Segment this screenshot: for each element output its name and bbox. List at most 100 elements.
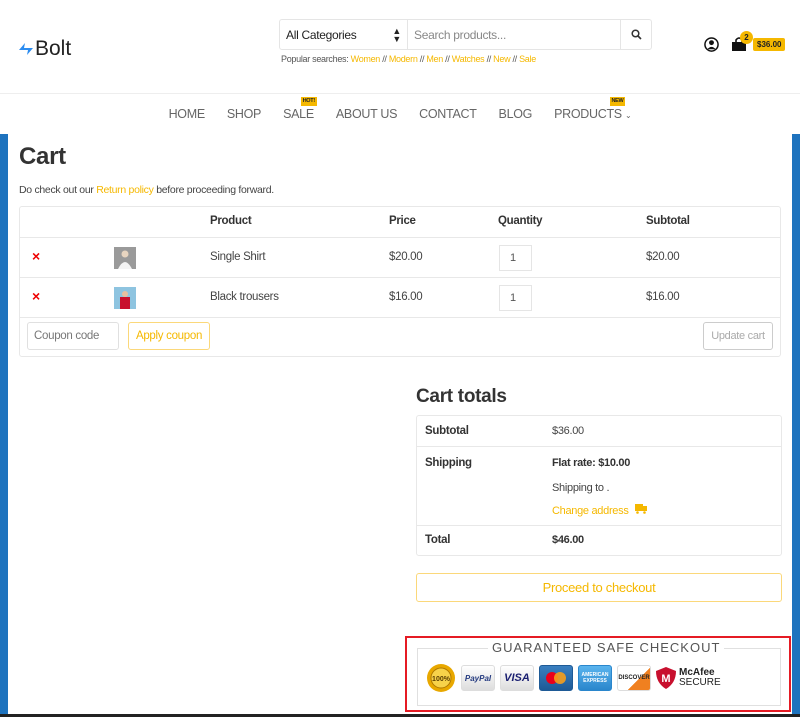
product-link[interactable]: Black trousers (210, 291, 279, 303)
separator: // (445, 54, 450, 64)
separator: // (512, 54, 517, 64)
product-thumbnail[interactable] (114, 287, 136, 309)
shipping-label: Shipping (425, 457, 472, 469)
table-header-row: Product Price Quantity Subtotal (20, 207, 780, 238)
right-frame-border (792, 134, 800, 714)
notice-text: Do check out our (19, 184, 97, 196)
return-policy-notice: Do check out our Return policy before pr… (19, 184, 274, 196)
update-cart-button[interactable]: Update cart (703, 322, 773, 350)
paypal-icon: PayPal (461, 665, 495, 691)
mcafee-secure-icon: M McAfee SECURE (656, 667, 721, 689)
header-price: Price (389, 215, 416, 227)
apply-coupon-button[interactable]: Apply coupon (128, 322, 210, 350)
safe-checkout-title: GUARANTEED SAFE CHECKOUT (488, 640, 725, 655)
header-product: Product (210, 215, 252, 227)
nav-products[interactable]: PRODUCTS ⌄ NEW (554, 94, 632, 134)
search-bar: All Categories ▲ ▼ Search products... (279, 19, 652, 50)
popular-searches: Popular searches: Women // Modern // Men… (281, 54, 536, 64)
cart-totals-title: Cart totals (416, 386, 507, 407)
item-subtotal: $20.00 (646, 251, 680, 263)
cart-count-badge: 2 (740, 31, 753, 44)
return-policy-link[interactable]: Return policy (96, 184, 154, 196)
bolt-logo-icon (19, 43, 33, 55)
popular-link-watches[interactable]: Watches (452, 54, 485, 64)
subtotal-value: $36.00 (552, 425, 584, 437)
american-express-icon: AMERICAN EXPRESS (578, 665, 612, 691)
nav-blog[interactable]: BLOG (499, 94, 533, 134)
item-price: $20.00 (389, 251, 423, 263)
truck-icon (635, 504, 648, 514)
safe-checkout-box: GUARANTEED SAFE CHECKOUT 100% PayPal VIS… (405, 636, 791, 712)
header-quantity: Quantity (498, 215, 543, 227)
account-button[interactable] (704, 37, 719, 57)
popular-label: Popular searches: (281, 54, 349, 64)
subtotal-row: Subtotal $36.00 (417, 416, 781, 447)
separator: // (486, 54, 492, 64)
discover-icon: DISCOVER (617, 665, 651, 691)
coupon-code-input[interactable]: Coupon code (27, 322, 119, 350)
change-address-label: Change address (552, 505, 629, 517)
new-badge: NEW (609, 97, 626, 106)
left-frame-border (0, 134, 8, 714)
hot-badge: HOT! (300, 97, 317, 106)
total-value: $46.00 (552, 534, 584, 546)
table-row: × Single Shirt $20.00 1 $20.00 (20, 238, 780, 278)
remove-item-button[interactable]: × (32, 288, 40, 304)
header-subtotal: Subtotal (646, 215, 690, 227)
nav-label: ABOUT US (335, 107, 398, 121)
table-row: × Black trousers $16.00 1 $16.00 (20, 278, 780, 318)
quantity-input[interactable]: 1 (499, 245, 532, 271)
nav-contact[interactable]: CONTACT (419, 94, 477, 134)
item-subtotal: $16.00 (646, 291, 680, 303)
safe-checkout-frame: GUARANTEED SAFE CHECKOUT 100% PayPal VIS… (417, 640, 781, 706)
search-input[interactable]: Search products... (408, 20, 620, 49)
nav-shop[interactable]: SHOP (226, 94, 262, 134)
select-arrows-icon: ▲ ▼ (392, 25, 401, 44)
discover-label: DISCOVER (618, 675, 650, 681)
search-button[interactable] (620, 20, 651, 49)
shipping-destination: Shipping to . (552, 482, 610, 494)
popular-link-men[interactable]: Men (426, 54, 443, 64)
nav-home[interactable]: HOME (169, 94, 206, 134)
satisfaction-guarantee-icon: 100% (427, 664, 455, 692)
logo[interactable]: Bolt (19, 37, 71, 61)
subtotal-label: Subtotal (425, 425, 469, 437)
popular-link-sale[interactable]: Sale (519, 54, 536, 64)
product-thumbnail[interactable] (114, 247, 136, 269)
visa-label: VISA (504, 672, 530, 684)
nav-label: BLOG (498, 107, 533, 121)
nav-sale[interactable]: SALE HOT! (283, 94, 317, 134)
quantity-input[interactable]: 1 (499, 285, 532, 311)
total-row: Total $46.00 (417, 526, 781, 556)
search-icon (630, 29, 642, 40)
nav-label: PRODUCTS (554, 107, 622, 121)
item-price: $16.00 (389, 291, 423, 303)
nav-label: CONTACT (419, 107, 477, 121)
nav-about-us[interactable]: ABOUT US (335, 94, 398, 134)
popular-link-women[interactable]: Women (351, 54, 381, 64)
nav-label: SHOP (226, 107, 262, 121)
category-select-value: All Categories (286, 27, 357, 42)
logo-text: Bolt (35, 37, 72, 60)
mastercard-icon (539, 665, 573, 691)
visa-icon: VISA (500, 665, 534, 691)
category-select[interactable]: All Categories ▲ ▼ (280, 20, 408, 49)
svg-text:100%: 100% (432, 676, 451, 683)
proceed-to-checkout-button[interactable]: Proceed to checkout (416, 573, 782, 602)
notice-text: before proceeding forward. (153, 184, 274, 196)
cart-total-badge: $36.00 (753, 38, 786, 51)
remove-item-button[interactable]: × (32, 248, 40, 264)
change-address-link[interactable]: Change address (552, 504, 648, 517)
site-header: Bolt All Categories ▲ ▼ Search products..… (0, 0, 800, 94)
page-title: Cart (19, 143, 66, 170)
payment-badges: 100% PayPal VISA AMERICAN EXPRESS DISCOVE… (426, 663, 721, 693)
separator: // (382, 54, 387, 64)
popular-link-modern[interactable]: Modern (389, 54, 418, 64)
separator: // (419, 54, 425, 64)
chevron-down-icon: ⌄ (625, 111, 632, 120)
cart-totals-table: Subtotal $36.00 Shipping Flat rate: $10.… (416, 415, 782, 556)
popular-link-new[interactable]: New (493, 54, 510, 64)
product-link[interactable]: Single Shirt (210, 251, 266, 263)
main-nav: HOME SHOP SALE HOT! ABOUT US CONTACT BLOG… (0, 94, 800, 134)
shipping-method: Flat rate: $10.00 (552, 457, 631, 469)
